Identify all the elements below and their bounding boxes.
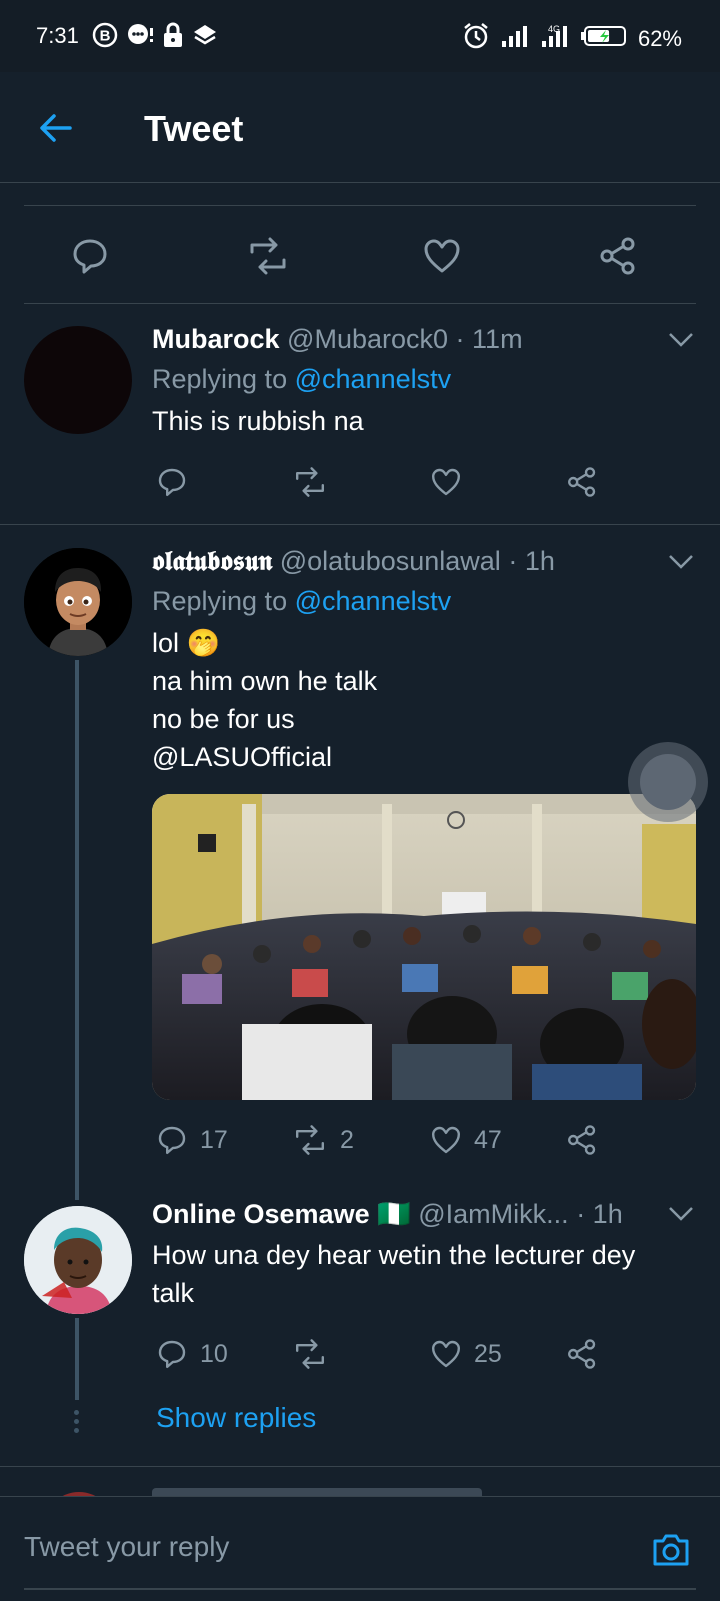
next-tweet-peek bbox=[0, 1468, 720, 1496]
nigeria-flag-icon: 🇳🇬 bbox=[377, 1199, 411, 1229]
user-handle: @olatubosunlawal bbox=[279, 546, 501, 576]
replying-to-link[interactable]: @channelstv bbox=[295, 364, 452, 394]
display-name[interactable]: 𝖔𝖑𝖆𝖙𝖚𝖇𝖔𝖘𝖚𝖓 bbox=[152, 546, 272, 577]
share-action[interactable] bbox=[566, 1338, 598, 1370]
page-title: Tweet bbox=[144, 108, 244, 149]
share-icon bbox=[568, 1125, 596, 1155]
tweet-actions: 10 25 bbox=[152, 1338, 622, 1378]
retweet-count: 2 bbox=[340, 1125, 354, 1154]
retweet-icon bbox=[296, 1125, 324, 1155]
reply-action[interactable]: 17 bbox=[156, 1124, 228, 1156]
svg-text:B: B bbox=[100, 28, 111, 45]
replying-to-label: Replying to bbox=[152, 364, 288, 394]
avatar[interactable] bbox=[24, 1206, 132, 1314]
tweet-text-line: How una dey hear wetin the lecturer dey bbox=[152, 1240, 636, 1270]
reply-count: 17 bbox=[200, 1125, 228, 1154]
reply-action[interactable]: 10 bbox=[156, 1338, 228, 1370]
signal2-icon: 4G bbox=[540, 23, 570, 55]
back-arrow-icon[interactable] bbox=[36, 108, 76, 148]
tweet-text-line: no be for us bbox=[152, 704, 295, 734]
avatar[interactable] bbox=[24, 548, 132, 656]
share-action[interactable] bbox=[566, 466, 598, 498]
tweet-actions bbox=[152, 466, 622, 506]
user-handle: @Mubarock0 bbox=[287, 324, 449, 354]
lock-icon bbox=[162, 22, 184, 54]
camera-icon[interactable] bbox=[650, 1529, 692, 1571]
floating-assistive-button[interactable] bbox=[628, 742, 708, 822]
share-action[interactable] bbox=[566, 1124, 598, 1156]
like-count: 25 bbox=[474, 1339, 502, 1368]
display-name[interactable]: Mubarock bbox=[152, 324, 280, 354]
mention-link[interactable]: @LASUOfficial bbox=[152, 738, 332, 776]
like-count: 47 bbox=[474, 1125, 502, 1154]
display-name[interactable]: Online Osemawe bbox=[152, 1199, 370, 1229]
tweet-time: · 1h bbox=[576, 1199, 623, 1229]
svg-text:4G: 4G bbox=[548, 24, 560, 34]
signal-icon bbox=[500, 23, 530, 55]
tweet-photo[interactable] bbox=[152, 794, 696, 1100]
retweet-action[interactable]: 2 bbox=[292, 1124, 354, 1156]
tweet-text-line: lol 🤭 bbox=[152, 628, 221, 658]
share-icon bbox=[568, 467, 596, 497]
reply-icon[interactable] bbox=[70, 236, 110, 276]
reply-tweet[interactable]: Mubarock @Mubarock0 · 11m Replying to @c… bbox=[0, 302, 720, 524]
reply-composer: Tweet your reply bbox=[0, 1496, 720, 1601]
tweet-text-line: na him own he talk bbox=[152, 666, 378, 696]
retweet-icon[interactable] bbox=[246, 236, 286, 276]
replying-to-link[interactable]: @channelstv bbox=[295, 586, 452, 616]
avatar[interactable] bbox=[24, 326, 132, 434]
reply-input[interactable]: Tweet your reply bbox=[24, 1531, 229, 1563]
layers-icon bbox=[192, 22, 218, 54]
reply-icon bbox=[158, 468, 186, 496]
retweet-icon bbox=[296, 467, 324, 497]
divider bbox=[0, 1466, 720, 1467]
like-heart-icon bbox=[432, 468, 460, 496]
tweet-text-line: talk bbox=[152, 1278, 195, 1308]
like-action[interactable]: 47 bbox=[430, 1124, 502, 1156]
reply-action[interactable] bbox=[156, 466, 200, 498]
share-icon bbox=[568, 1339, 596, 1369]
tweet-time: · 1h bbox=[508, 546, 555, 576]
like-heart-icon bbox=[432, 1126, 460, 1154]
alarm-icon bbox=[462, 22, 490, 56]
like-heart-icon bbox=[432, 1340, 460, 1368]
user-handle: @IamMikk... bbox=[418, 1199, 569, 1229]
tweet-time: · 11m bbox=[455, 324, 523, 354]
share-icon[interactable] bbox=[598, 236, 638, 276]
show-replies-link[interactable]: Show replies bbox=[156, 1402, 316, 1434]
reply-tweet[interactable]: Online Osemawe 🇳🇬 @IamMikk... · 1h How u… bbox=[0, 1186, 720, 1456]
status-time: 7:31 bbox=[36, 23, 79, 48]
retweet-action[interactable] bbox=[292, 1338, 340, 1370]
chevron-down-icon[interactable] bbox=[668, 554, 694, 570]
composer-underline bbox=[24, 1588, 696, 1590]
retweet-icon bbox=[296, 1339, 324, 1369]
app-header: Tweet bbox=[0, 72, 720, 183]
reply-icon bbox=[158, 1126, 186, 1154]
tweet-actions: 17 2 47 bbox=[152, 1124, 622, 1164]
like-action[interactable]: 25 bbox=[430, 1338, 502, 1370]
b-badge-icon: B bbox=[92, 22, 118, 54]
battery-icon bbox=[580, 24, 628, 54]
status-bar: 7:31 B 4G 62% bbox=[0, 0, 720, 72]
tweet-text: This is rubbish na bbox=[152, 406, 364, 436]
reply-icon bbox=[158, 1340, 186, 1368]
like-heart-icon[interactable] bbox=[422, 236, 462, 276]
main-tweet-actions bbox=[24, 205, 696, 304]
reply-count: 10 bbox=[200, 1339, 228, 1368]
retweet-action[interactable] bbox=[292, 466, 340, 498]
chevron-down-icon[interactable] bbox=[668, 1206, 694, 1222]
chevron-down-icon[interactable] bbox=[668, 332, 694, 348]
like-action[interactable] bbox=[430, 466, 474, 498]
chat-icon bbox=[126, 22, 154, 54]
replying-to-label: Replying to bbox=[152, 586, 288, 616]
battery-percent: 62% bbox=[637, 26, 682, 51]
